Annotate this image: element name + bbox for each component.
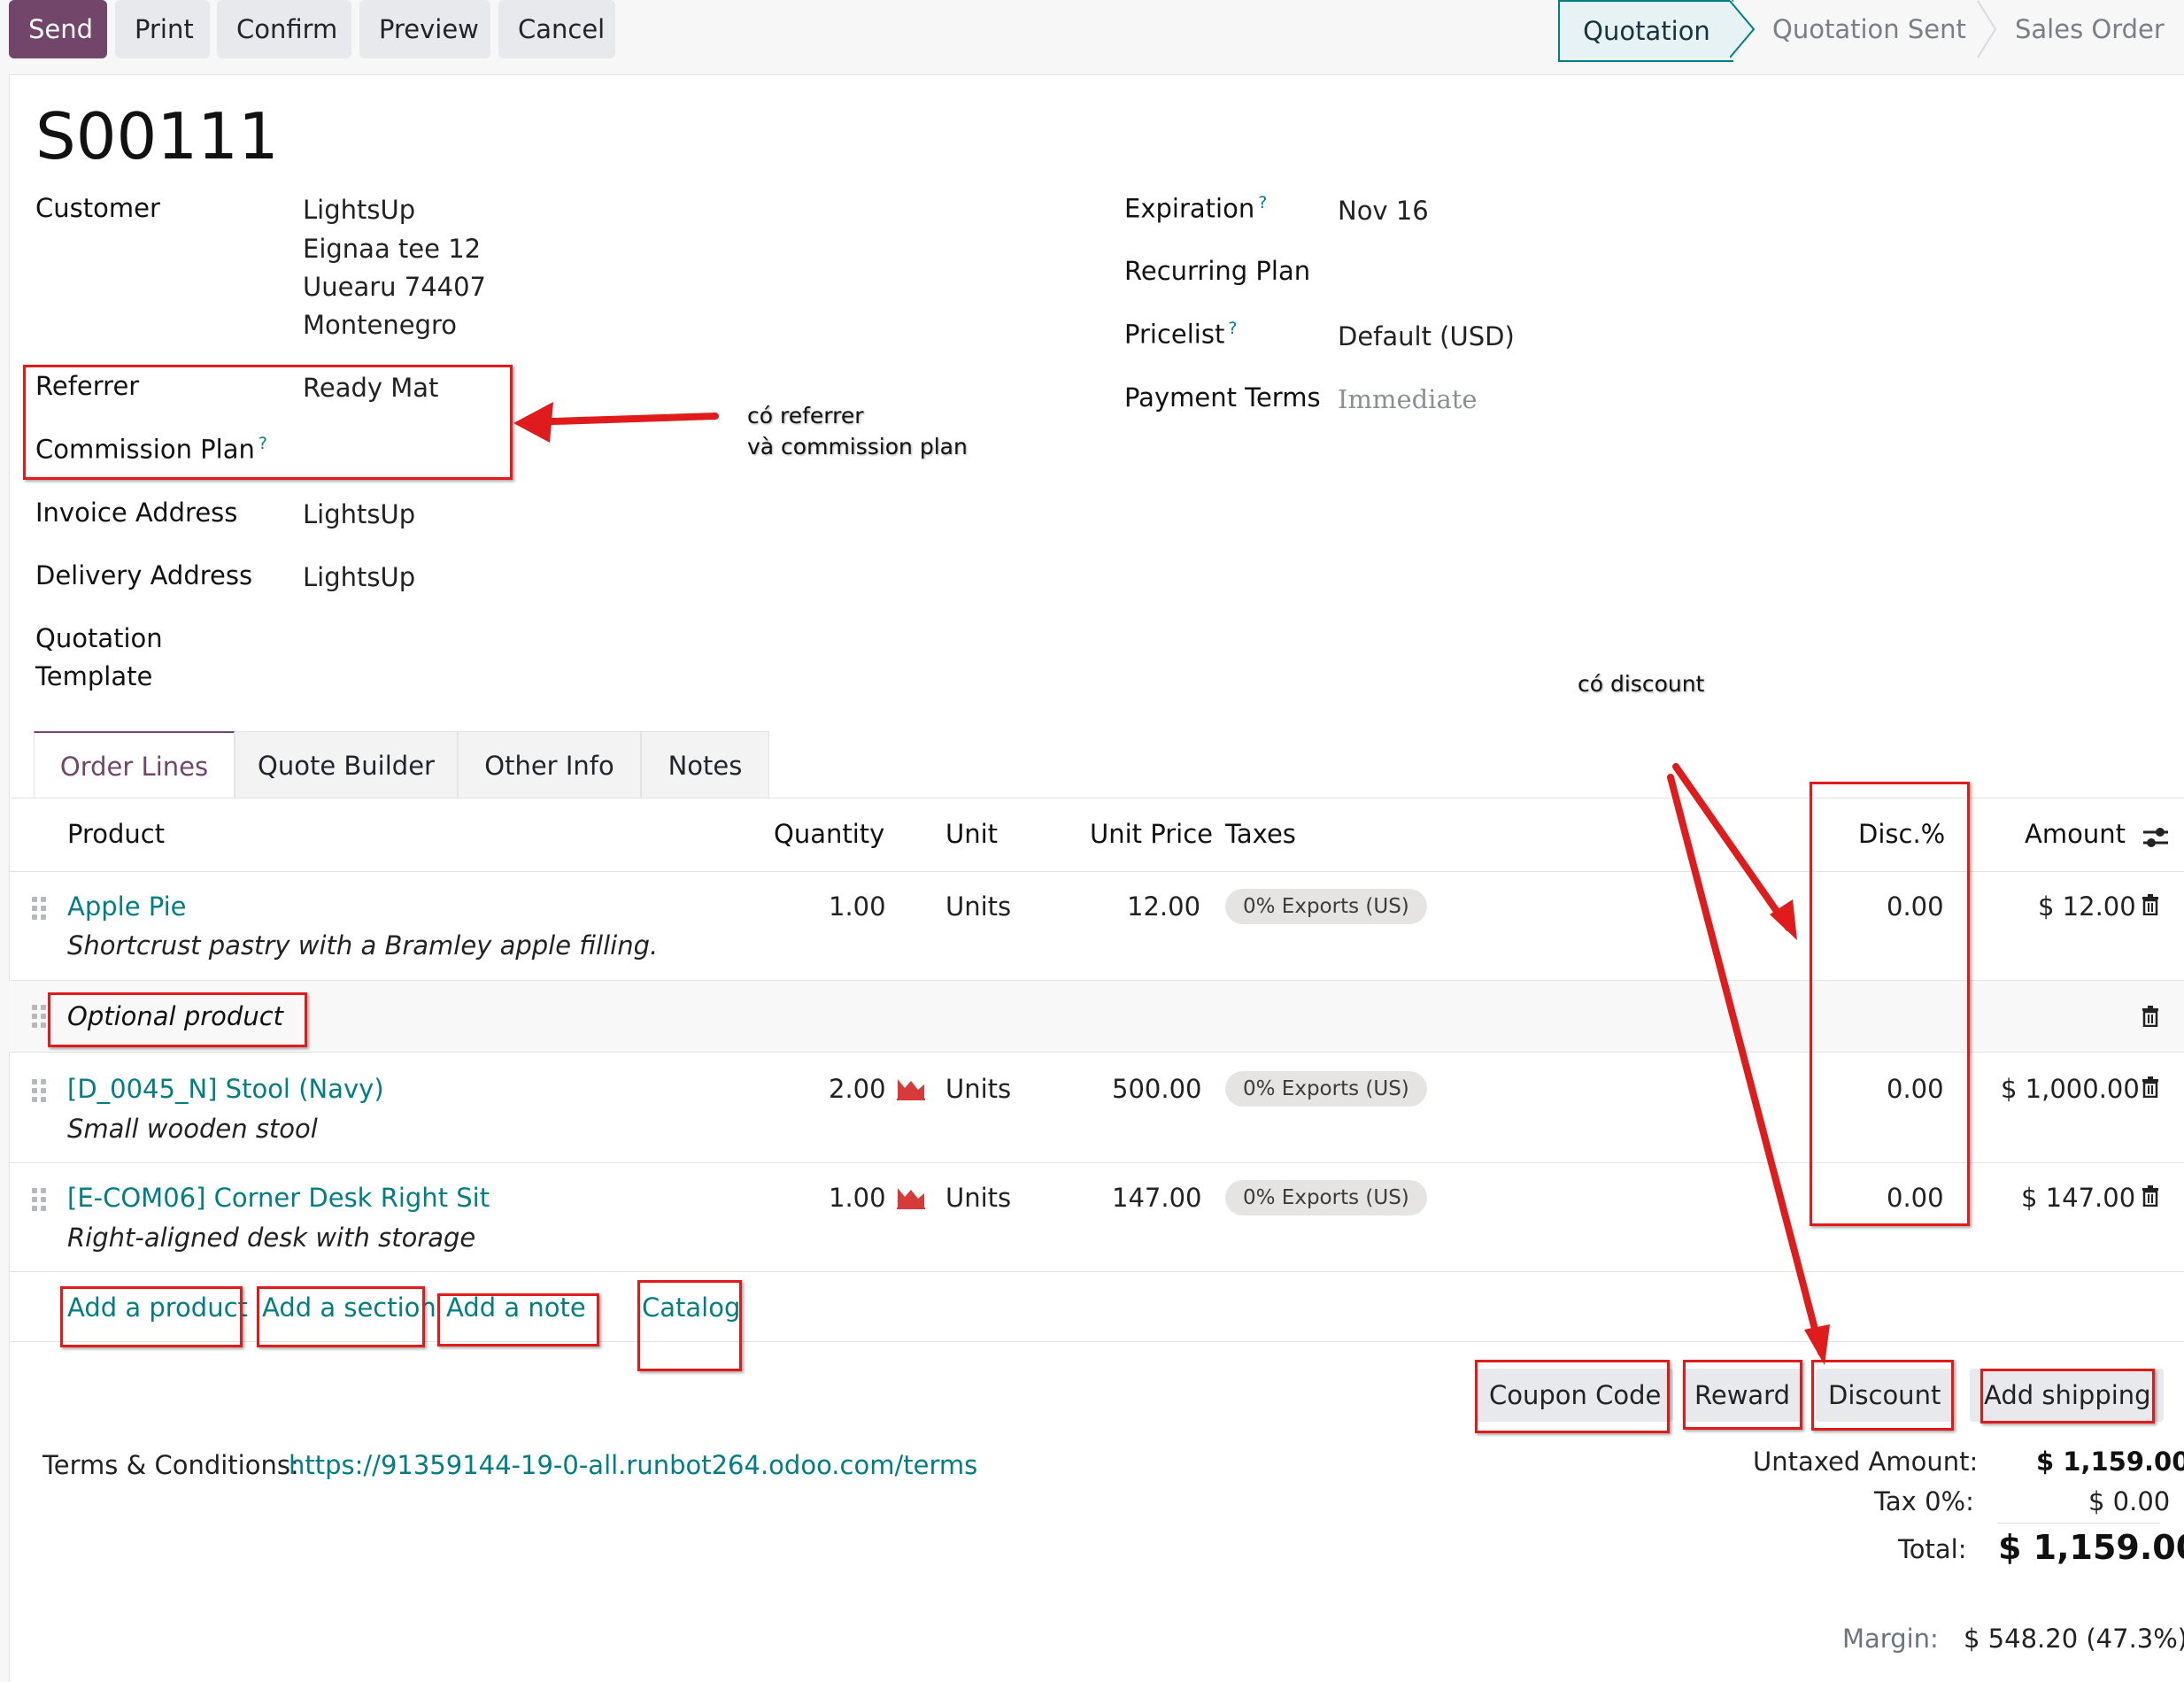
annotation-arrows	[513, 402, 1830, 1365]
annotation-referrer-text-1: có referrer	[747, 403, 864, 428]
annotation-referrer-text-2: và commission plan	[747, 434, 968, 459]
annotation-discount-text: có discount	[1578, 671, 1705, 697]
